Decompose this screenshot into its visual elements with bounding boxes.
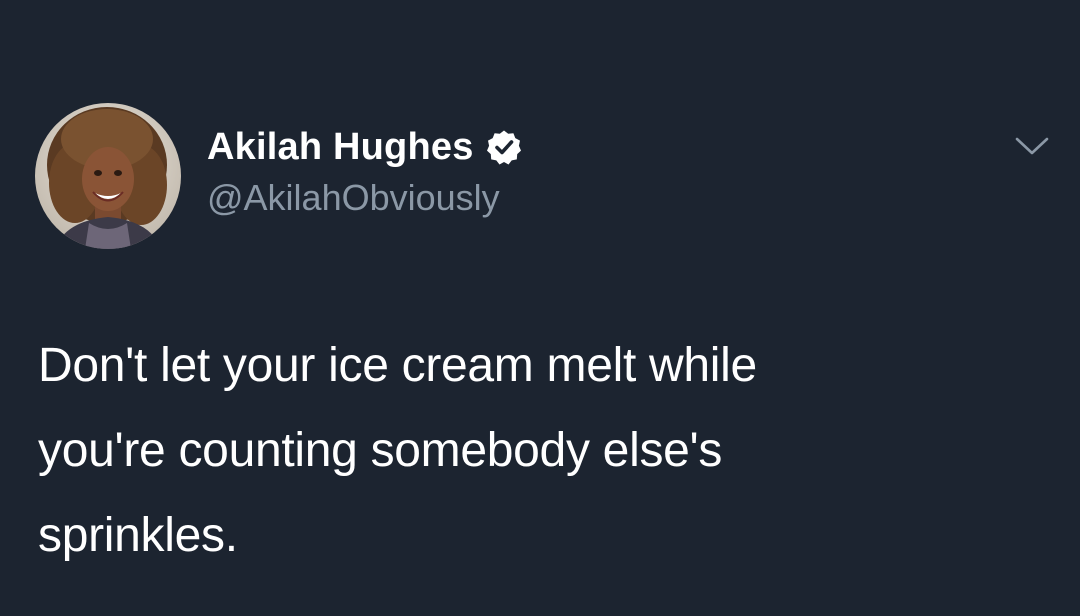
tweet-text-line: sprinkles. [38, 509, 238, 562]
tweet-text-line: you're counting somebody else's [38, 424, 723, 477]
tweet-text-line: Don't let your ice cream melt while [38, 339, 757, 392]
verified-badge-icon [486, 129, 522, 165]
tweet-card: Akilah Hughes @AkilahObviously Don't let… [0, 0, 1080, 616]
profile-photo-icon [35, 103, 181, 249]
chevron-down-icon[interactable] [1014, 134, 1050, 158]
author-name-row: Akilah Hughes [207, 122, 522, 172]
tweet-text: Don't let your ice cream melt while you'… [38, 323, 1038, 578]
avatar[interactable] [35, 103, 181, 249]
user-handle[interactable]: @AkilahObviously [207, 177, 500, 219]
display-name[interactable]: Akilah Hughes [207, 126, 474, 169]
